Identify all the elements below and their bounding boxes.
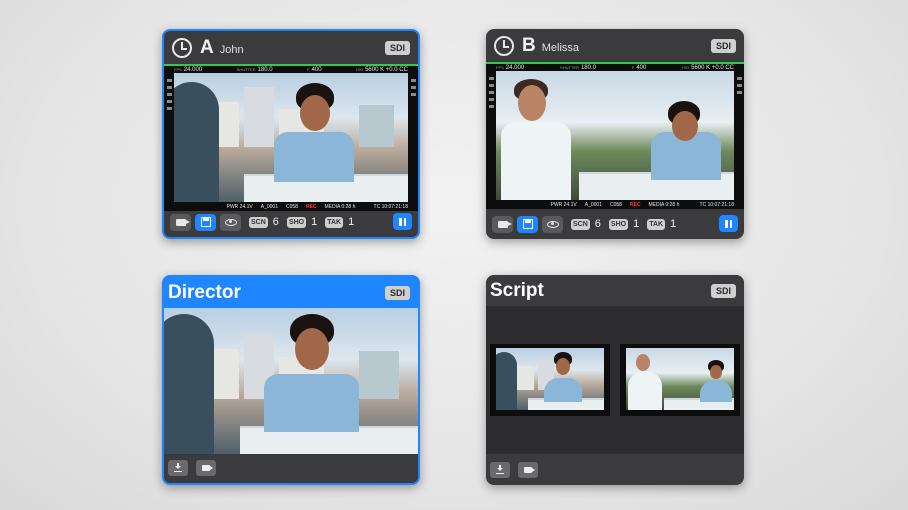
sync-icon[interactable] — [494, 35, 514, 56]
camera-viewer[interactable]: PWR 24.1V A_0001 C058 REC MEDIA 0:28 h T… — [486, 71, 744, 209]
viewer-right-rail — [734, 71, 744, 200]
pause-icon — [399, 217, 402, 226]
sync-icon[interactable] — [172, 37, 192, 58]
camera-a-thumbnail[interactable] — [490, 344, 610, 416]
take-label: TAK — [325, 216, 344, 228]
video-icon — [175, 218, 190, 226]
script-panel[interactable]: Script SDI — [486, 275, 744, 485]
download-icon — [174, 463, 182, 472]
director-toolbar — [164, 452, 418, 483]
director-panel[interactable]: Director SDI — [162, 275, 420, 485]
scene-label: SCN — [571, 218, 590, 230]
viewer-left-rail — [164, 73, 174, 202]
camera-a-panel[interactable]: A John SDI FPS 24.000 SHUTTER 180.0 F 400 I… — [162, 29, 420, 239]
camera-b-panel[interactable]: B Melissa SDI FPS 24.000 SHUTTER 180.0 F 40… — [486, 29, 744, 239]
scene-value[interactable]: 6 — [273, 216, 279, 228]
panel-title: Director — [168, 281, 241, 303]
clip-number: C058 — [610, 201, 622, 208]
director-viewer[interactable] — [164, 308, 418, 454]
camera-image — [174, 73, 408, 202]
pause-button[interactable] — [393, 213, 412, 230]
clip-name: A_0001 — [584, 201, 602, 208]
scene-value[interactable]: 6 — [595, 218, 601, 230]
fps-value: 24.000 — [505, 64, 525, 71]
eye-icon — [224, 218, 237, 226]
script-header: Script SDI — [486, 275, 744, 306]
director-image — [164, 308, 418, 454]
camera-operator-name: Melissa — [541, 41, 580, 54]
eye-icon — [546, 220, 559, 228]
video-icon — [202, 464, 213, 471]
save-icon — [200, 217, 211, 227]
download-icon — [496, 465, 504, 474]
record-view-button[interactable] — [170, 213, 191, 231]
shot-label: SHO — [286, 216, 307, 228]
slate-info: SCN 6 SHO 1 TAK 1 — [571, 218, 679, 230]
camera-a-header: A John SDI — [164, 31, 418, 64]
download-button[interactable] — [168, 459, 188, 476]
video-icon — [497, 220, 512, 228]
director-header: Director SDI — [164, 277, 418, 308]
camera-viewer[interactable]: PWR 24.1V A_0001 C058 REC MEDIA 0:28 h T… — [164, 73, 418, 211]
iris-value: 400 — [311, 66, 322, 73]
camera-status-top: FPS 24.000 SHUTTER 180.0 F 400 ISO 5600 K +0… — [164, 64, 418, 73]
shot-label: SHO — [608, 218, 629, 230]
fps-value: 24.000 — [183, 66, 203, 73]
preview-button[interactable] — [542, 215, 563, 233]
take-value[interactable]: 1 — [670, 218, 676, 230]
camera-b-header: B Melissa SDI — [486, 29, 744, 62]
power-value: 24.1V — [563, 201, 577, 208]
save-icon — [522, 219, 533, 229]
take-label: TAK — [647, 218, 666, 230]
output-badge[interactable]: SDI — [384, 286, 410, 300]
camera-toolbar: SCN 6 SHO 1 TAK 1 — [486, 209, 744, 239]
shot-value[interactable]: 1 — [311, 216, 317, 228]
take-value[interactable]: 1 — [348, 216, 354, 228]
pause-button[interactable] — [719, 215, 738, 232]
white-balance-value: 5600 K +0.0 CC — [365, 66, 408, 73]
camera-toolbar: SCN 6 SHO 1 TAK 1 — [164, 207, 418, 237]
video-button[interactable] — [518, 461, 538, 478]
rec-indicator: REC — [629, 201, 641, 208]
video-icon — [524, 466, 535, 473]
script-toolbar — [486, 454, 744, 485]
media-remaining: 0:28 h — [665, 201, 680, 208]
output-badge[interactable]: SDI — [384, 41, 410, 55]
camera-letter: A — [200, 36, 214, 58]
video-button[interactable] — [196, 459, 216, 476]
camera-b-thumbnail[interactable] — [620, 344, 740, 416]
record-view-button[interactable] — [492, 215, 513, 233]
panel-title: Script — [490, 279, 544, 301]
output-badge[interactable]: SDI — [710, 284, 736, 298]
pause-icon — [725, 219, 728, 228]
save-button[interactable] — [517, 215, 538, 233]
white-balance-value: 5600 K +0.0 CC — [691, 64, 734, 71]
slate-info: SCN 6 SHO 1 TAK 1 — [249, 216, 357, 228]
camera-operator-name: John — [219, 43, 244, 56]
download-button[interactable] — [490, 461, 510, 478]
shutter-value: 180.0 — [580, 64, 596, 71]
camera-image — [496, 71, 734, 200]
output-badge[interactable]: SDI — [710, 39, 736, 53]
preview-button[interactable] — [220, 213, 241, 231]
camera-letter: B — [522, 34, 536, 56]
shot-value[interactable]: 1 — [633, 218, 639, 230]
shutter-value: 180.0 — [257, 66, 273, 73]
script-content — [486, 306, 744, 454]
scene-label: SCN — [249, 216, 268, 228]
viewer-left-rail — [486, 71, 496, 200]
camera-status-top: FPS 24.000 SHUTTER 180.0 F 400 ISO 5600 K +0… — [486, 62, 744, 71]
camera-status-bottom: PWR 24.1V A_0001 C058 REC MEDIA 0:28 h T… — [550, 201, 734, 208]
iris-value: 400 — [636, 64, 647, 71]
timecode: 10:07:21:18 — [707, 201, 734, 208]
viewer-right-rail — [408, 73, 418, 202]
save-button[interactable] — [195, 213, 216, 231]
